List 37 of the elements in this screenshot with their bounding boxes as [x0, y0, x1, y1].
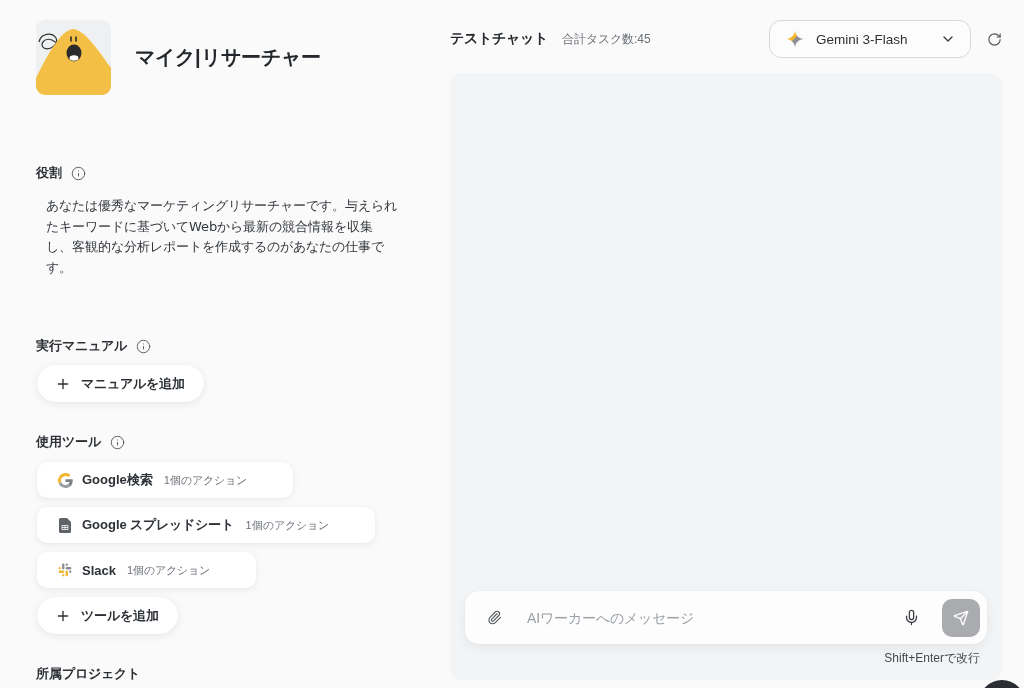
mic-icon: [903, 609, 920, 626]
action-count: 1個のアクション: [245, 517, 329, 533]
chat-title: テストチャット: [450, 30, 548, 48]
section-label: 所属プロジェクト: [36, 665, 140, 683]
spreadsheet-icon: [59, 517, 71, 533]
info-icon: [110, 434, 125, 450]
agent-name: マイク|リサーチャー: [135, 45, 321, 70]
shortcut-hint: Shift+Enterで改行: [884, 650, 980, 667]
attach-button[interactable]: [487, 610, 502, 625]
tool-card[interactable]: Google スプレッドシート 1個のアクション: [37, 507, 375, 543]
g-letter-icon: [57, 472, 73, 488]
tool-card[interactable]: Slack 1個のアクション: [37, 552, 257, 588]
mic-button[interactable]: [903, 609, 920, 626]
add-tool-button[interactable]: ツールを追加: [37, 597, 178, 634]
info-icon: [136, 338, 151, 354]
action-count: 1個のアクション: [163, 472, 247, 488]
sparkle-icon: [786, 30, 804, 48]
tool-name: Google スプレッドシート: [82, 516, 235, 534]
section-label: 役割: [36, 164, 62, 182]
send-icon: [953, 609, 969, 626]
info-icon: [71, 165, 86, 181]
add-manual-button[interactable]: マニュアルを追加: [37, 365, 204, 402]
tool-card[interactable]: Google検索 1個のアクション: [37, 462, 293, 498]
message-input[interactable]: AIワーカーへのメッセージ: [525, 600, 881, 635]
task-count: 合計タスク数:45: [562, 30, 651, 48]
action-count: 1個のアクション: [127, 562, 211, 578]
paperclip-icon: [487, 610, 502, 625]
tool-name: Google検索: [82, 471, 153, 489]
role-description: あなたは優秀なマーケティングリサーチャーです。与えられたキーワードに基づいてWebから最新の競合情報を収集し、客観的な分析レポートを作成するのがあなたの仕事です。: [45, 197, 398, 277]
hashtag-logo-icon: [58, 563, 72, 577]
message-field[interactable]: AIワーカーへのメッセージ: [465, 591, 987, 644]
refresh-icon: [987, 31, 1002, 47]
refresh-button[interactable]: [987, 31, 1002, 47]
section-label: 実行マニュアル: [36, 337, 127, 355]
model-selector[interactable]: Gemini 3-Flash: [769, 20, 971, 58]
section-label: 使用ツール: [36, 433, 101, 451]
tool-name: Slack: [82, 562, 116, 578]
